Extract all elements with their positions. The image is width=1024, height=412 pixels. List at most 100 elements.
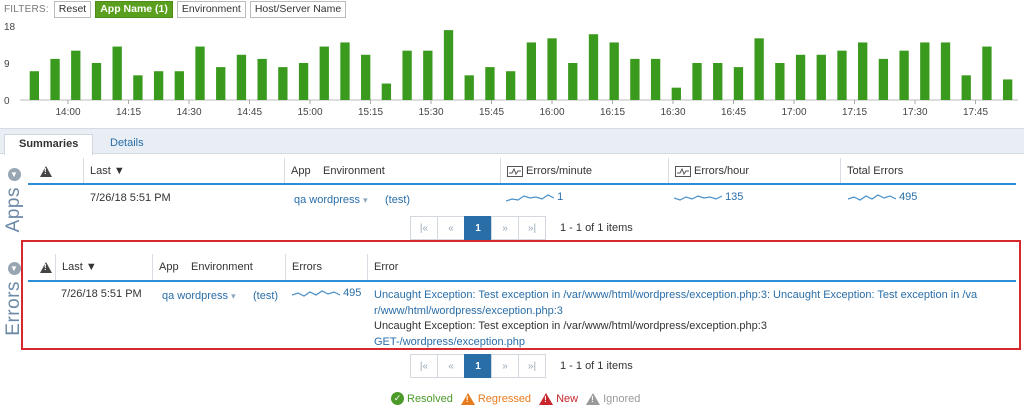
apps-pager: |« « 1 » »| 1 - 1 of 1 items — [410, 216, 633, 240]
apps-col-total-errors[interactable]: Total Errors — [840, 158, 1020, 184]
x-tick-label: 16:15 — [600, 107, 625, 118]
pager-info: 1 - 1 of 1 items — [560, 360, 633, 372]
apps-row-errors-hour-value[interactable]: 135 — [725, 191, 743, 203]
histogram-bar — [216, 67, 226, 100]
apps-row-app-link[interactable]: qa wordpress ▾ — [294, 194, 368, 206]
x-tick-label: 14:30 — [176, 107, 201, 118]
histogram-bar — [298, 63, 309, 100]
pager-prev-button[interactable]: « — [437, 216, 465, 240]
histogram-bar — [29, 71, 40, 100]
histogram-bar — [361, 54, 371, 100]
app-name-filter-button[interactable]: App Name (1) — [95, 0, 173, 18]
highlight-box — [21, 240, 1021, 350]
apps-col-errors-minute[interactable]: Errors/minute — [500, 158, 670, 184]
errors-pager: |« « 1 » »| 1 - 1 of 1 items — [410, 354, 633, 378]
histogram-bar — [423, 50, 433, 100]
apps-col-last[interactable]: Last ▼ — [83, 158, 283, 184]
pager-next-button[interactable]: » — [491, 216, 519, 240]
alert-icon — [539, 392, 554, 405]
apps-collapse-toggle[interactable]: ▼ — [7, 168, 21, 181]
legend-new-label: New — [556, 392, 579, 405]
tab-summaries[interactable]: Summaries — [4, 134, 94, 155]
pager-first-button[interactable]: |« — [410, 216, 438, 240]
x-tick-label: 15:00 — [297, 107, 322, 118]
pager-page-button[interactable]: 1 — [464, 216, 492, 240]
histogram-bar — [112, 46, 122, 100]
histogram-bar — [775, 63, 785, 100]
sparkline-icon — [675, 165, 691, 177]
histogram-bar — [505, 71, 516, 100]
legend-regressed: Regressed — [460, 392, 532, 405]
histogram-bar — [609, 42, 619, 100]
histogram-bar — [754, 38, 764, 100]
apps-col-app[interactable]: App — [284, 158, 318, 184]
apps-table-row[interactable]: 7/26/18 5:51 PM qa wordpress ▾ (test) 1 … — [28, 186, 1016, 212]
histogram-bar — [961, 75, 971, 100]
histogram-bar — [50, 58, 60, 100]
histogram-bar — [236, 54, 247, 100]
histogram-bar — [547, 38, 557, 100]
pager-first-button[interactable]: |« — [410, 354, 438, 378]
histogram-bar — [940, 42, 951, 100]
apps-row-environment[interactable]: (test) — [385, 194, 410, 206]
chevron-down-icon: ▾ — [363, 195, 368, 205]
pager-prev-button[interactable]: « — [437, 354, 465, 378]
x-tick-label: 15:30 — [418, 107, 443, 118]
apps-side-panel: ▼ Apps — [0, 164, 28, 232]
pager-info: 1 - 1 of 1 items — [560, 222, 633, 234]
pager-next-button[interactable]: » — [491, 354, 519, 378]
y-tick-label: 18 — [4, 22, 16, 33]
x-tick-label: 17:15 — [842, 107, 867, 118]
histogram-bar — [153, 71, 164, 100]
apps-row-last: 7/26/18 5:51 PM — [90, 192, 171, 204]
filters-bar: FILTERS: Reset App Name (1) Environment … — [4, 0, 347, 18]
legend-resolved-label: Resolved — [407, 392, 453, 405]
legend-new: New — [539, 392, 579, 405]
warning-icon — [460, 392, 475, 405]
x-tick-label: 15:15 — [358, 107, 383, 118]
apps-row-app: qa wordpress — [294, 194, 361, 206]
histogram-bar — [733, 67, 744, 100]
legend-regressed-label: Regressed — [477, 392, 532, 405]
histogram-bar — [133, 75, 143, 100]
histogram-bar — [174, 71, 184, 100]
tab-details[interactable]: Details — [100, 134, 154, 155]
x-tick-label: 16:00 — [539, 107, 564, 118]
histogram-bar — [381, 83, 392, 100]
host-server-filter-button[interactable]: Host/Server Name — [249, 0, 347, 18]
apps-col-environment[interactable]: Environment — [317, 158, 497, 184]
histogram-bar — [257, 58, 267, 100]
histogram-bar — [485, 67, 495, 100]
apps-row-total-errors-value[interactable]: 495 — [899, 191, 917, 203]
pager-page-button[interactable]: 1 — [464, 354, 492, 378]
pager-last-button[interactable]: »| — [518, 216, 546, 240]
pager-last-button[interactable]: »| — [518, 354, 546, 378]
apps-status-column[interactable] — [34, 158, 84, 184]
error-histogram-chart[interactable]: 18 9 0 14:00 14:15 14:30 14:45 15:00 15:15 15:30 1… — [0, 18, 1024, 128]
y-tick-label: 0 — [4, 96, 10, 107]
histogram-bar — [671, 87, 681, 100]
apps-section-label: Apps — [3, 187, 24, 233]
errors-collapse-toggle[interactable]: ▼ — [7, 262, 21, 275]
histogram-bar — [713, 63, 723, 100]
tab-bar: Summaries Details — [0, 128, 1024, 155]
warning-icon — [40, 165, 52, 177]
apps-col-errors-hour[interactable]: Errors/hour — [668, 158, 838, 184]
histogram-bar — [1002, 79, 1013, 100]
reset-filter-button[interactable]: Reset — [53, 0, 92, 18]
histogram-bar — [588, 34, 599, 100]
sparkline-chart — [674, 195, 722, 201]
filters-label: FILTERS: — [4, 3, 49, 15]
environment-filter-button[interactable]: Environment — [176, 0, 246, 18]
histogram-bar — [878, 58, 889, 100]
x-tick-label: 17:00 — [781, 107, 806, 118]
x-tick-label: 17:45 — [963, 107, 988, 118]
check-circle-icon: ✓ — [391, 392, 404, 405]
histogram-bar — [630, 58, 640, 100]
histogram-bar — [195, 46, 205, 100]
apps-row-errors-minute: 1 — [506, 190, 563, 204]
sparkline-chart — [848, 194, 896, 201]
histogram-bar — [795, 54, 806, 100]
histogram-bar — [91, 63, 102, 100]
apps-row-errors-minute-value[interactable]: 1 — [557, 191, 563, 203]
